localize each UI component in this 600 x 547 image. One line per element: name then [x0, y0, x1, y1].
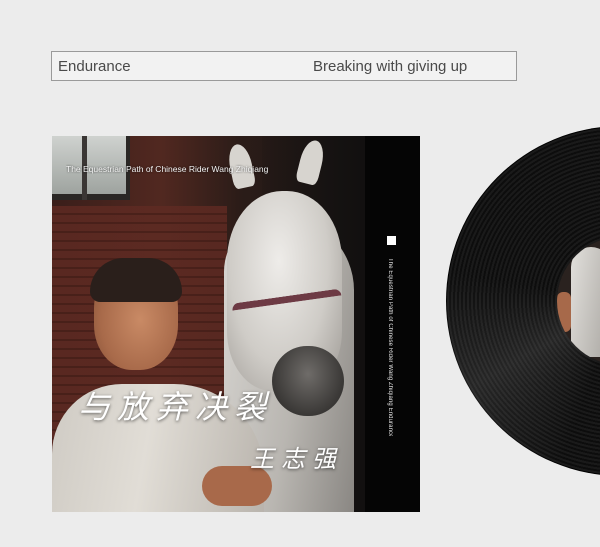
- album-cover: The Equestrian Path of Chinese Rider Wan…: [52, 136, 420, 512]
- vinyl-label-horse: [571, 247, 600, 357]
- cover-side-strip: The Equestrian Path of Chinese Rider Wan…: [365, 136, 420, 512]
- vinyl-record: [446, 126, 600, 476]
- header-right-text: Breaking with giving up: [313, 58, 468, 75]
- header-bar: Endurance Breaking with giving up: [51, 51, 517, 81]
- cover-name-chinese: 王志强: [250, 445, 343, 473]
- vinyl-label-man: [557, 292, 571, 332]
- cover-title-chinese: 与放弃决裂: [78, 388, 274, 426]
- cover-side-text: The Equestrian Path of Chinese Rider Wan…: [387, 258, 393, 436]
- white-square-icon: [387, 236, 396, 245]
- rider-hair: [90, 258, 182, 302]
- header-left-text: Endurance: [58, 58, 131, 75]
- horse-muzzle: [272, 346, 344, 416]
- album-page: Endurance Breaking with giving up The Eq…: [0, 0, 600, 547]
- cover-subtitle: The Equestrian Path of Chinese Rider Wan…: [66, 164, 269, 174]
